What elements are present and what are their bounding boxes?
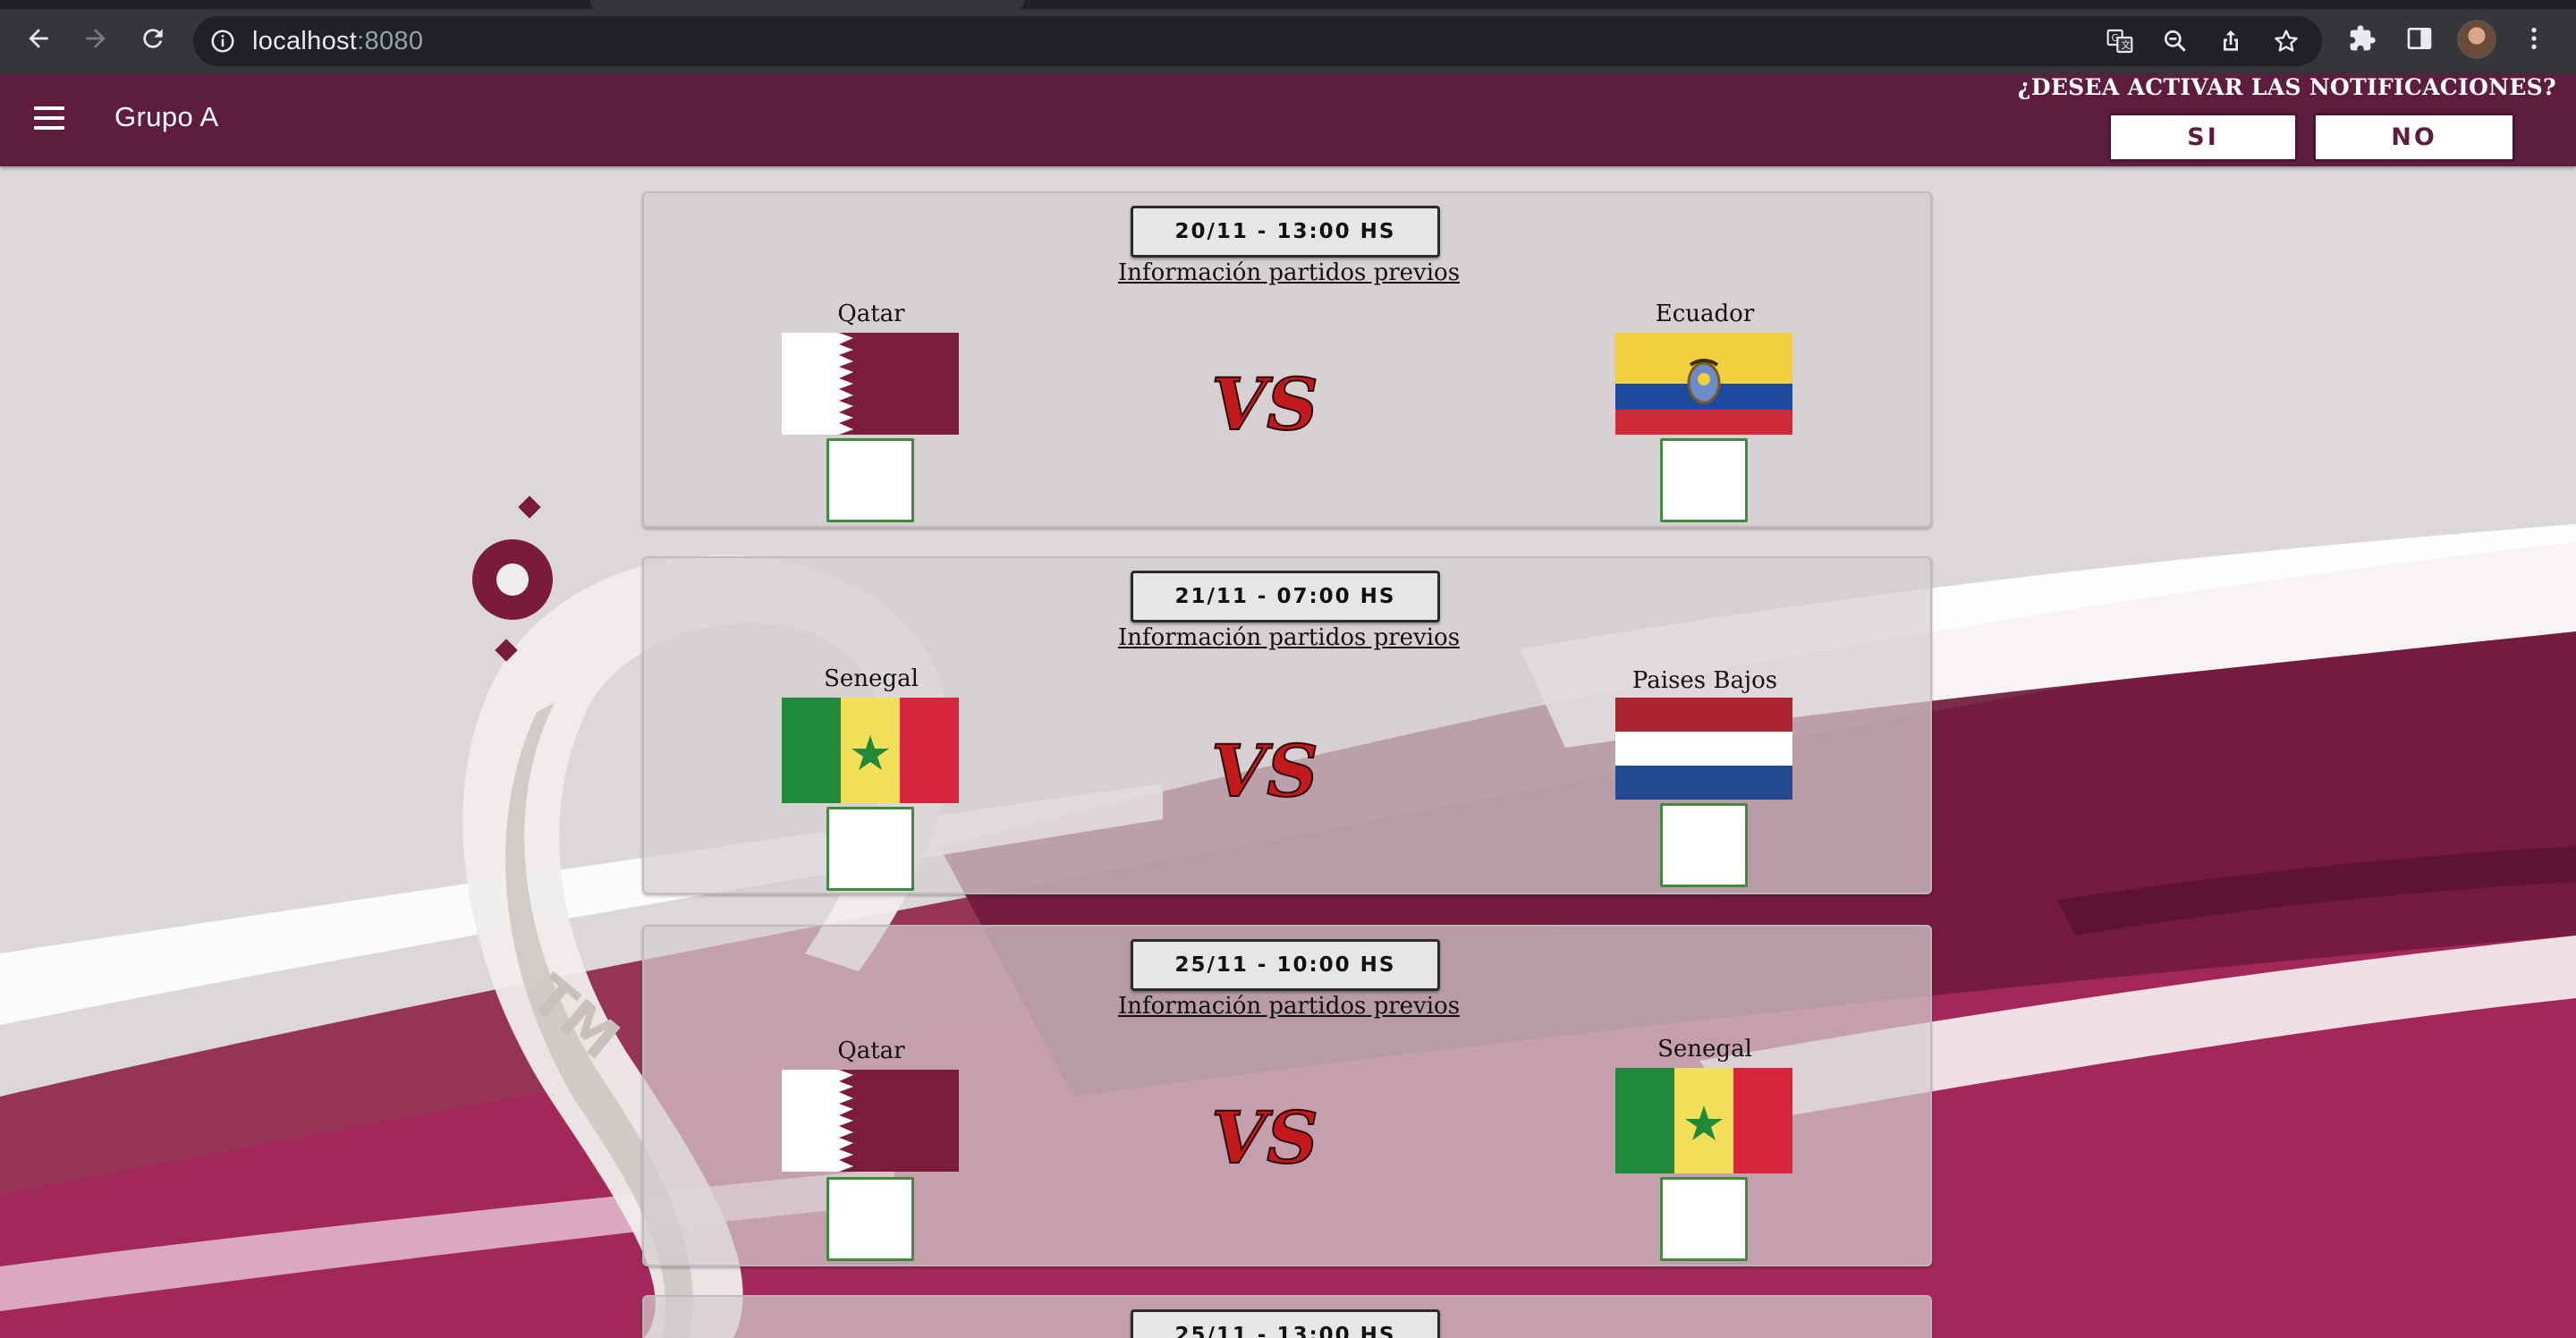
forward-icon[interactable] (75, 18, 116, 59)
netherlands-flag-icon (1615, 698, 1792, 800)
url-text: localhost:8080 (252, 27, 423, 56)
page-title: Grupo A (114, 101, 219, 132)
home-score-input[interactable] (826, 438, 914, 522)
away-team-name: Ecuador (1655, 301, 1755, 327)
previous-matches-link[interactable]: Información partidos previos (644, 259, 1934, 286)
home-score-input[interactable] (826, 807, 914, 891)
match-date: 25/11 - 13:00 HS (1131, 1309, 1440, 1338)
vs-text: VS (1211, 732, 1318, 812)
translate-icon[interactable]: G文 (2106, 27, 2134, 55)
away-score-input[interactable] (1660, 438, 1748, 522)
home-team-name: Qatar (837, 301, 905, 327)
vs-emblem: VS (1202, 361, 1327, 447)
vs-emblem: VS (1202, 1095, 1327, 1181)
browser-menu-icon[interactable] (2513, 18, 2555, 59)
match-date: 20/11 - 13:00 HS (1131, 206, 1440, 258)
match-card: 20/11 - 13:00 HS Información partidos pr… (642, 191, 1932, 528)
active-tab[interactable] (590, 0, 1024, 9)
qatar-flag-icon (782, 333, 959, 435)
match-date: 21/11 - 07:00 HS (1131, 571, 1440, 622)
home-score-input[interactable] (826, 1177, 914, 1261)
site-info-icon[interactable] (209, 28, 236, 55)
share-icon[interactable] (2216, 27, 2245, 55)
tab-strip (0, 0, 2576, 9)
bookmark-star-icon[interactable] (2272, 27, 2301, 55)
previous-matches-link[interactable]: Información partidos previos (644, 624, 1934, 651)
vs-emblem: VS (1202, 728, 1327, 814)
vs-text: VS (1211, 365, 1318, 445)
group-matches-page: TM 20/11 - 13:00 HS Información partidos… (0, 166, 2576, 1338)
ecuador-flag-icon (1615, 333, 1792, 435)
address-bar[interactable]: localhost:8080 G文 (193, 16, 2322, 66)
svg-text:文: 文 (2121, 39, 2131, 51)
home-team-name: Qatar (837, 1037, 905, 1064)
back-icon[interactable] (18, 18, 59, 59)
extensions-icon[interactable] (2342, 18, 2383, 59)
senegal-flag-icon (1615, 1068, 1792, 1173)
previous-matches-link[interactable]: Información partidos previos (644, 993, 1934, 1020)
notification-prompt: ¿DESEA ACTIVAR LAS NOTIFICACIONES? (2017, 74, 2556, 100)
reload-icon[interactable] (132, 18, 174, 59)
match-card: 21/11 - 07:00 HS Información partidos pr… (642, 556, 1932, 894)
profile-avatar[interactable] (2457, 20, 2496, 59)
match-card: 25/11 - 10:00 HS Información partidos pr… (642, 925, 1932, 1266)
home-team-name: Senegal (824, 665, 919, 692)
notifications-yes-button[interactable]: SI (2108, 113, 2298, 162)
browser-toolbar: localhost:8080 G文 (0, 0, 2576, 74)
qatar-flag-icon (782, 1070, 959, 1172)
match-date: 25/11 - 10:00 HS (1131, 939, 1440, 991)
vs-text: VS (1211, 1098, 1318, 1179)
zoom-out-icon[interactable] (2161, 27, 2190, 55)
app-bar: Grupo A ¿DESEA ACTIVAR LAS NOTIFICACIONE… (0, 74, 2576, 166)
away-score-input[interactable] (1660, 1177, 1748, 1261)
url-port: :8080 (357, 27, 424, 55)
hamburger-menu-icon[interactable] (34, 106, 64, 133)
senegal-flag-icon (782, 698, 959, 803)
match-card: 25/11 - 13:00 HS (642, 1295, 1932, 1338)
notifications-no-button[interactable]: NO (2313, 113, 2515, 162)
away-team-name: Senegal (1657, 1036, 1752, 1063)
away-score-input[interactable] (1660, 803, 1748, 887)
away-team-name: Paises Bajos (1631, 667, 1778, 694)
side-panel-icon[interactable] (2399, 18, 2440, 59)
url-host: localhost (252, 27, 358, 55)
